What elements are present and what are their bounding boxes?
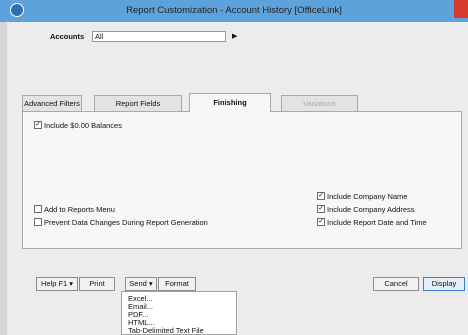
accounts-label: Accounts	[50, 32, 85, 41]
cancel-button[interactable]: Cancel	[373, 277, 419, 291]
help-dropdown-icon: ▾	[69, 279, 74, 288]
tab-finishing[interactable]: Finishing	[189, 93, 271, 112]
format-button[interactable]: Format	[158, 277, 196, 291]
date-time-checkbox[interactable]: ✓	[317, 218, 325, 226]
include-zero-checkbox[interactable]: ✓	[34, 121, 42, 129]
print-button[interactable]: Print	[79, 277, 115, 291]
help-button[interactable]: Help F1 ▾	[36, 277, 78, 291]
help-label: Help F1	[40, 279, 68, 288]
company-name-checkbox[interactable]: ✓	[317, 192, 325, 200]
send-button[interactable]: Send ▾	[125, 277, 157, 291]
send-menu-tab-delimited[interactable]: Tab-Delimited Text File	[128, 326, 204, 335]
add-menu-label: Add to Reports Menu	[44, 205, 115, 214]
send-menu: Excel... Email... PDF... HTML... Tab-Del…	[121, 291, 237, 335]
prevent-changes-label: Prevent Data Changes During Report Gener…	[44, 218, 208, 227]
include-zero-label: Include $0.00 Balances	[44, 121, 122, 130]
window-title: Report Customization - Account History […	[126, 5, 342, 16]
finishing-panel	[22, 111, 462, 249]
close-icon[interactable]	[454, 0, 468, 18]
send-label: Send	[129, 279, 147, 288]
send-dropdown-icon: ▾	[148, 279, 153, 288]
company-address-label: Include Company Address	[327, 205, 415, 214]
company-name-label: Include Company Name	[327, 192, 408, 201]
tab-variations[interactable]: Variations	[281, 95, 358, 111]
accounts-field[interactable]: All	[92, 31, 226, 42]
date-time-label: Include Report Date and Time	[327, 218, 427, 227]
title-bar: Report Customization - Account History […	[0, 0, 468, 22]
display-button[interactable]: Display	[423, 277, 465, 291]
tab-report-fields[interactable]: Report Fields	[94, 95, 182, 111]
tab-advanced-filters[interactable]: Advanced Filters	[22, 95, 82, 111]
prevent-changes-checkbox[interactable]	[34, 218, 42, 226]
company-address-checkbox[interactable]: ✓	[317, 205, 325, 213]
add-menu-checkbox[interactable]	[34, 205, 42, 213]
accounts-arrow-icon[interactable]: ▶	[232, 32, 237, 40]
